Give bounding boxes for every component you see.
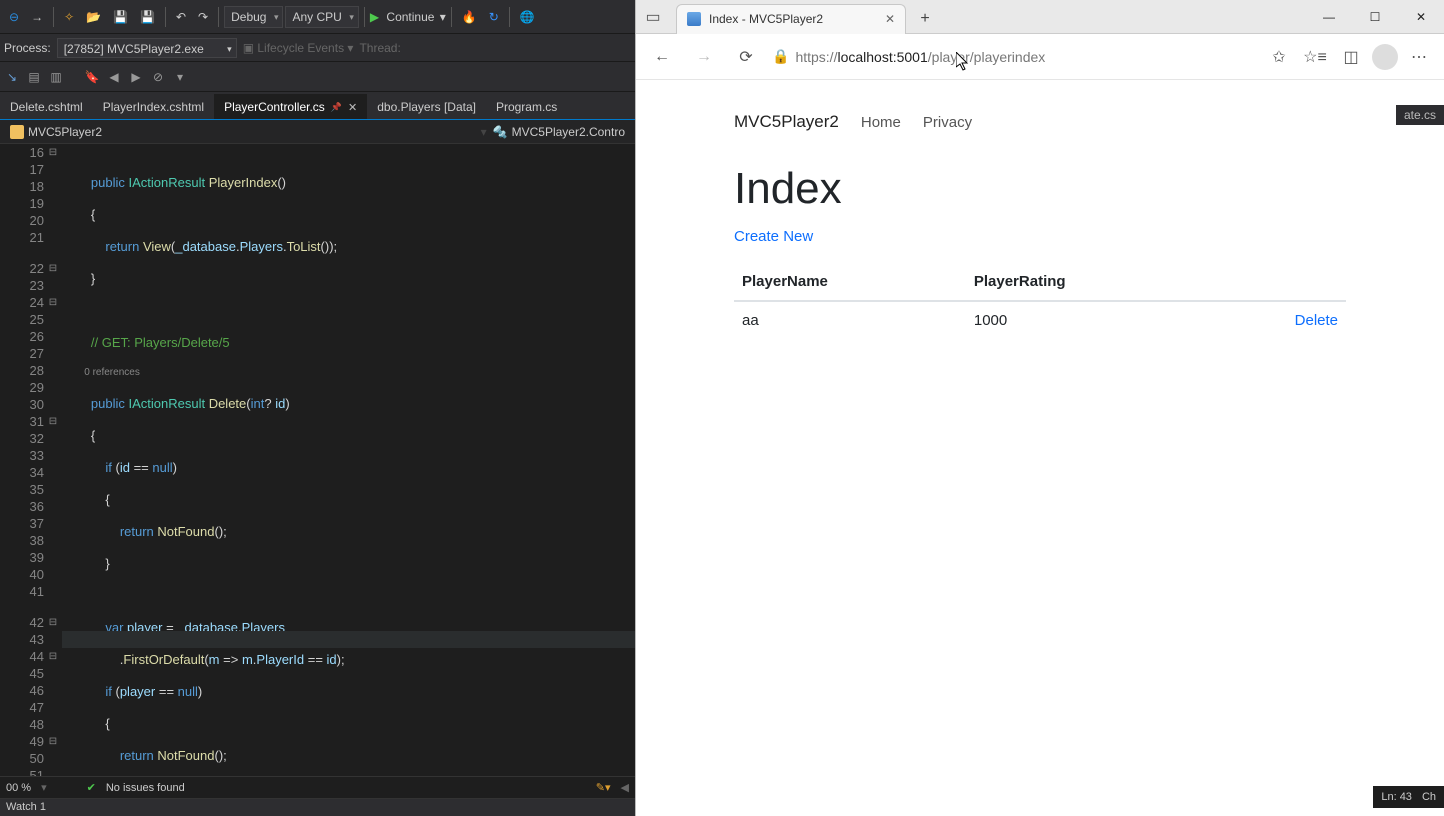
table-row: aa 1000 Delete — [734, 301, 1346, 339]
favorite-icon[interactable]: ✩ — [1264, 42, 1294, 72]
save-icon[interactable]: 💾 — [108, 8, 133, 26]
line-number-gutter: 161718192021 222324252627282930313233343… — [0, 144, 62, 776]
page-title: Index — [734, 164, 1346, 214]
window-close-icon[interactable]: ✕ — [1398, 0, 1444, 34]
new-tab-button[interactable]: + — [910, 4, 940, 34]
uncomment-icon[interactable]: ▥ — [48, 69, 64, 85]
tab-title: Index - MVC5Player2 — [709, 12, 823, 26]
tab-playercontroller-cs[interactable]: PlayerController.cs📌✕ — [214, 94, 367, 119]
prev-bookmark-icon[interactable]: ◀ — [106, 69, 122, 85]
reload-icon[interactable]: ⟳ — [730, 41, 762, 73]
browser-address-bar: ← → ⟳ 🔒 https://localhost:5001/player/pl… — [636, 34, 1444, 80]
window-minimize-icon[interactable]: — — [1306, 0, 1352, 34]
restart-icon[interactable]: ↻ — [484, 8, 504, 26]
vs-main-toolbar: ⊖ → ✧ 📂 💾 💾 ↶ ↷ Debug Any CPU ▶ Continue… — [0, 0, 635, 34]
vs-debug-toolbar: Process: [27852] MVC5Player2.exe ▣ Lifec… — [0, 34, 635, 62]
toggle-outlining-icon[interactable]: ↘ — [4, 69, 20, 85]
browser-link-icon[interactable]: 🌐 — [515, 8, 540, 26]
project-context-dropdown[interactable]: MVC5Player2 — [4, 125, 108, 139]
create-new-link[interactable]: Create New — [734, 228, 813, 245]
row-delete-link[interactable]: Delete — [1295, 312, 1338, 329]
process-label: Process: — [4, 41, 51, 55]
browser-titlebar: ▭ Index - MVC5Player2 ✕ + — ☐ ✕ — [636, 0, 1444, 34]
clear-bookmarks-icon[interactable]: ⊘ — [150, 69, 166, 85]
lock-icon: 🔒 — [772, 48, 789, 65]
open-icon[interactable]: 📂 — [81, 8, 106, 26]
profile-avatar[interactable] — [1372, 44, 1398, 70]
hot-reload-icon[interactable]: 🔥 — [457, 8, 482, 26]
zoom-level[interactable]: 00 % — [6, 782, 31, 794]
clipboard-ring-icon[interactable]: ✎▾ — [596, 781, 611, 794]
code-editor[interactable]: 161718192021 222324252627282930313233343… — [0, 144, 635, 776]
next-bookmark-icon[interactable]: ▶ — [128, 69, 144, 85]
th-player-rating: PlayerRating — [966, 263, 1211, 301]
players-table: PlayerName PlayerRating aa 1000 Delete — [734, 263, 1346, 339]
comment-icon[interactable]: ▤ — [26, 69, 42, 85]
undo-icon[interactable]: ↶ — [171, 8, 191, 26]
continue-button[interactable]: ▶ Continue ▾ — [370, 10, 446, 24]
site-nav: MVC5Player2 Home Privacy — [734, 98, 1346, 146]
close-icon[interactable]: ✕ — [348, 101, 357, 114]
brand-link[interactable]: MVC5Player2 — [734, 112, 839, 132]
thread-label: Thread: — [359, 41, 400, 55]
col-indicator: Ch — [1422, 791, 1436, 803]
favorites-bar-icon[interactable]: ☆≡ — [1300, 42, 1330, 72]
solution-config-dropdown[interactable]: Debug — [224, 6, 283, 28]
th-player-name: PlayerName — [734, 263, 966, 301]
nav-back-icon[interactable]: ⊖ — [4, 8, 24, 26]
browser-tab[interactable]: Index - MVC5Player2 ✕ — [676, 4, 906, 34]
cell-rating: 1000 — [966, 301, 1211, 339]
tab-dbo-players-data[interactable]: dbo.Players [Data] — [367, 95, 486, 119]
issues-indicator-icon[interactable]: ✔ — [87, 781, 96, 794]
address-bar-input[interactable]: 🔒 https://localhost:5001/player/playerin… — [772, 48, 1254, 65]
visual-studio-window: ⊖ → ✧ 📂 💾 💾 ↶ ↷ Debug Any CPU ▶ Continue… — [0, 0, 635, 816]
lifecycle-events-dropdown[interactable]: ▣ Lifecycle Events ▾ — [243, 41, 354, 55]
vs-status-bar: 00 %▾ ✔ No issues found ✎▾ ◀ — [0, 776, 635, 798]
tab-delete-cshtml[interactable]: Delete.cshtml — [0, 95, 93, 119]
settings-menu-icon[interactable]: ⋯ — [1404, 42, 1434, 72]
nav-privacy-link[interactable]: Privacy — [923, 114, 972, 131]
overflow-icon[interactable]: ▾ — [172, 69, 188, 85]
close-tab-icon[interactable]: ✕ — [885, 12, 895, 26]
tab-program-cs[interactable]: Program.cs — [486, 95, 567, 119]
tab-actions-icon[interactable]: ▭ — [636, 0, 670, 34]
favicon-icon — [687, 12, 701, 26]
redo-icon[interactable]: ↷ — [193, 8, 213, 26]
save-all-icon[interactable]: 💾 — [135, 8, 160, 26]
hidden-tab-right[interactable]: ate.cs — [1396, 105, 1444, 125]
cell-name: aa — [734, 301, 966, 339]
nav-back-icon[interactable]: ← — [646, 41, 678, 73]
pin-icon[interactable]: 📌 — [331, 102, 342, 113]
new-project-icon[interactable]: ✧ — [59, 8, 79, 26]
window-maximize-icon[interactable]: ☐ — [1352, 0, 1398, 34]
watch-window-title[interactable]: Watch 1 — [0, 798, 635, 816]
collections-icon[interactable]: ◫ — [1336, 42, 1366, 72]
editor-tabs: Delete.cshtml PlayerIndex.cshtml PlayerC… — [0, 92, 635, 120]
process-dropdown[interactable]: [27852] MVC5Player2.exe — [57, 38, 237, 58]
bookmark-icon[interactable]: 🔖 — [84, 69, 100, 85]
line-indicator: Ln: 43 — [1381, 791, 1412, 803]
nav-home-link[interactable]: Home — [861, 114, 901, 131]
vs-status-right: Ln: 43 Ch — [1373, 786, 1444, 808]
vs-text-editor-toolbar: ↘ ▤ ▥ 🔖 ◀ ▶ ⊘ ▾ — [0, 62, 635, 92]
page-content: MVC5Player2 Home Privacy Index Create Ne… — [636, 80, 1444, 816]
editor-navigation-bar: MVC5Player2 ▾ 🔩MVC5Player2.Contro — [0, 120, 635, 144]
tab-playerindex-cshtml[interactable]: PlayerIndex.cshtml — [93, 95, 214, 119]
issues-text: No issues found — [106, 782, 185, 794]
continue-label: Continue — [386, 10, 434, 24]
nav-forward-icon[interactable]: → — [688, 41, 720, 73]
class-context-dropdown[interactable]: 🔩MVC5Player2.Contro — [487, 125, 631, 139]
nav-fwd-icon[interactable]: → — [26, 8, 48, 26]
code-body[interactable]: public IActionResult PlayerIndex() { ret… — [62, 144, 635, 776]
browser-window: ▭ Index - MVC5Player2 ✕ + — ☐ ✕ ← → ⟳ 🔒 … — [635, 0, 1444, 816]
solution-platform-dropdown[interactable]: Any CPU — [285, 6, 358, 28]
